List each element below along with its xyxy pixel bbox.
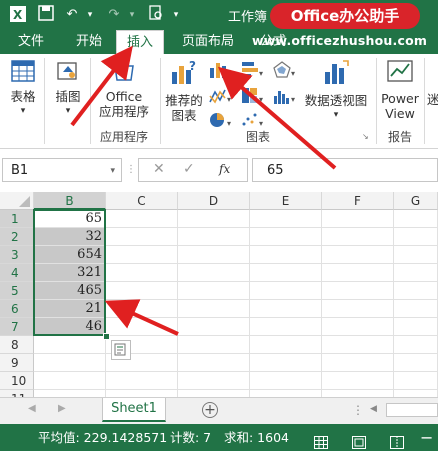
annotation-arrows bbox=[70, 45, 337, 336]
arrow-to-selection bbox=[104, 299, 179, 336]
arrow-to-insert-tab bbox=[70, 45, 133, 127]
arrow-to-chart-button bbox=[217, 66, 337, 170]
